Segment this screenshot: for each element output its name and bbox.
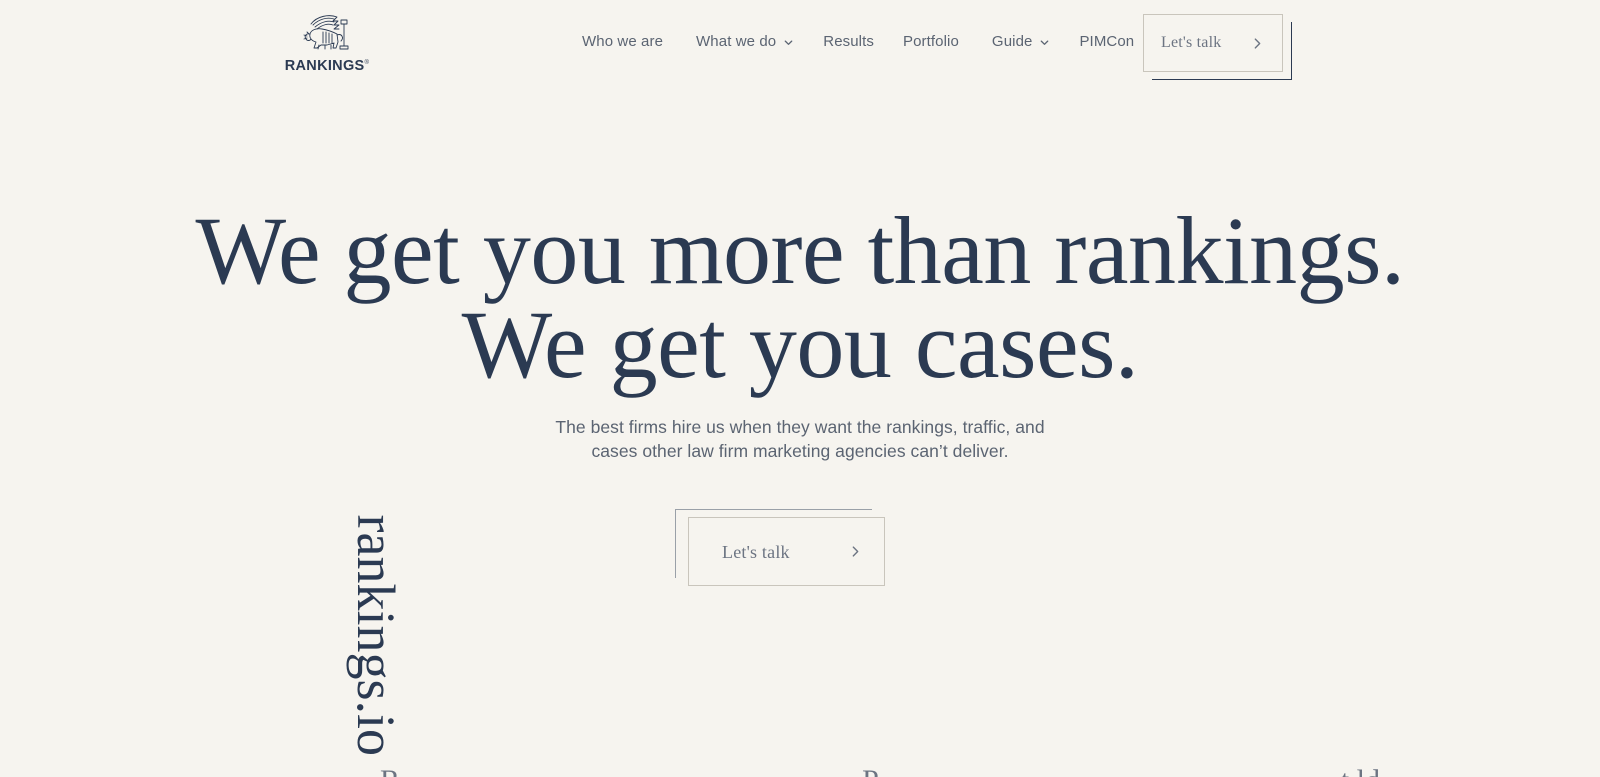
peek-item-2: P — [862, 766, 879, 777]
header-lets-talk-button[interactable]: Let's talk — [1143, 14, 1283, 72]
hero-cta-wrapper: Let's talk — [675, 509, 885, 586]
hero-heading-line-2: We get you cases. — [461, 291, 1139, 398]
chevron-right-icon — [1254, 37, 1261, 49]
next-section-peek: R P t ld — [0, 766, 1600, 777]
hero-heading: We get you more than rankings. We get yo… — [0, 197, 1600, 398]
hero-subheading: The best firms hire us when they want th… — [0, 416, 1600, 463]
peek-item-1: R — [380, 766, 400, 777]
hero-subheading-line-1: The best firms hire us when they want th… — [555, 417, 1045, 437]
header-cta-wrapper: Let's talk — [1143, 14, 1292, 80]
chevron-right-icon — [852, 546, 859, 557]
peek-item-3: t ld — [1341, 766, 1380, 777]
vertical-rankings-io-wordmark: rankings.io — [346, 514, 406, 756]
hero-cta-label: Let's talk — [722, 541, 790, 562]
hero-section: We get you more than rankings. We get yo… — [0, 0, 1600, 777]
header-cta-label: Let's talk — [1161, 34, 1222, 51]
hero-lets-talk-button[interactable]: Let's talk — [688, 517, 885, 586]
hero-heading-line-1: We get you more than rankings. — [195, 197, 1405, 304]
hero-subheading-line-2: cases other law firm marketing agencies … — [591, 440, 1009, 461]
next-section-peek-row: R P t ld — [380, 766, 1380, 777]
